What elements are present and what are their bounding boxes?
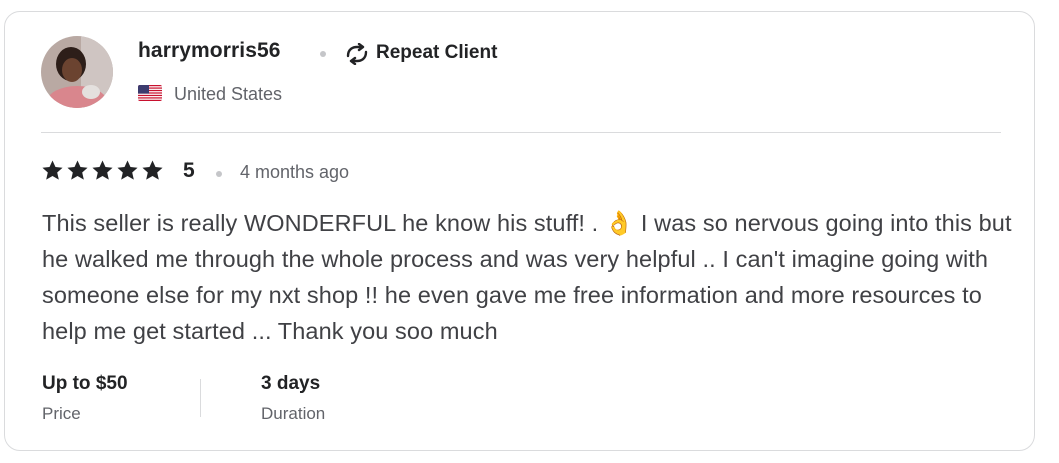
reviewer-avatar[interactable]: [41, 36, 113, 108]
star-icon: [117, 160, 138, 180]
repeat-icon: [346, 43, 368, 65]
header-divider: [41, 132, 1001, 133]
star-icon: [92, 160, 113, 180]
duration-label: Duration: [261, 404, 326, 423]
ok-hand-emoji: 👌: [604, 210, 635, 236]
reviewer-username[interactable]: harrymorris56: [138, 39, 281, 63]
star-icon: [142, 160, 163, 180]
duration-value: 3 days: [261, 373, 321, 394]
price-value: Up to $50: [42, 373, 128, 394]
reviewer-country: United States: [174, 84, 283, 104]
star-icon: [67, 160, 88, 180]
price-label: Price: [42, 404, 81, 423]
star-icon: [42, 160, 63, 180]
review-text-start: This seller is really WONDERFUL he know …: [42, 210, 605, 236]
details-divider: [200, 379, 201, 417]
review-card: harrymorris56 Repeat Client United State…: [4, 11, 1035, 451]
repeat-client-badge: Repeat Client: [376, 42, 498, 63]
separator-dot: [216, 171, 222, 177]
review-time: 4 months ago: [240, 162, 350, 182]
separator-dot: [320, 51, 326, 57]
star-rating: [41, 159, 164, 183]
us-flag-icon: [138, 85, 162, 101]
rating-value: 5: [183, 159, 195, 182]
avatar-image: [41, 36, 113, 108]
review-text: This seller is really WONDERFUL he know …: [42, 205, 1012, 349]
